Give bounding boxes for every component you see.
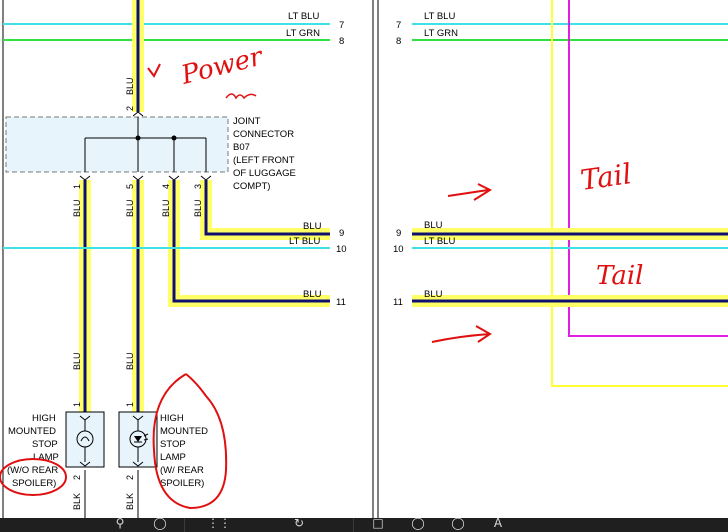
joint-label-3: (LEFT FRONT [233, 155, 295, 166]
arrow-lower [431, 325, 492, 343]
right-pin-11: 11 [393, 297, 403, 308]
lamp-right-desc-4: (W/ REAR [160, 465, 204, 476]
ground-label-left: BLK [72, 493, 82, 510]
branch-terminal-3 [200, 175, 212, 181]
page-icon[interactable]: □ [358, 518, 398, 532]
search-icon[interactable]: ⚲ [100, 518, 140, 532]
lamp-pin-bottom-right: 2 [125, 475, 135, 480]
right-label-9: BLU [424, 220, 443, 231]
branch-terminal-4 [168, 175, 180, 181]
wire-label-10: LT BLU [289, 236, 320, 247]
pin-8: 8 [339, 36, 344, 47]
wire-label-9: BLU [303, 221, 322, 232]
power-squiggle [225, 93, 257, 100]
bulb-icon [76, 430, 94, 448]
branch-terminal-5 [132, 175, 144, 181]
right-label-11: BLU [424, 289, 443, 300]
lamp-left-desc-5: SPOILER) [12, 478, 56, 489]
lamp-feed-label-right: BLU [125, 352, 135, 370]
zoom-in-icon[interactable]: ◯ [398, 518, 438, 532]
right-pin-7: 7 [396, 20, 401, 31]
branch-pin-3: 3 [193, 184, 203, 189]
wire-label-11: BLU [303, 289, 322, 300]
toolbar-separator [184, 518, 185, 532]
right-label-7: LT BLU [424, 11, 455, 22]
lamp-left-desc-1: MOUNTED [8, 426, 56, 437]
wire-label-7: LT BLU [288, 11, 319, 22]
tail-annotation-2: Tail [596, 261, 643, 291]
joint-label-2: B07 [233, 142, 250, 153]
branch-label-1: BLU [72, 199, 82, 217]
power-check-mark [147, 63, 161, 78]
wire-label-8: LT GRN [286, 28, 320, 39]
joint-dot-2 [171, 135, 177, 141]
right-pin-10: 10 [393, 244, 404, 255]
lamp-right-desc-0: HIGH [160, 413, 184, 424]
lamp-feed-label-left: BLU [72, 352, 82, 370]
zoom-out-icon[interactable]: ◯ [438, 518, 478, 532]
branch-terminal-1 [79, 175, 91, 181]
branch-label-5: BLU [125, 199, 135, 217]
pin-11: 11 [336, 297, 346, 308]
person-icon[interactable]: ◯ [140, 518, 180, 532]
pin-7: 7 [339, 20, 344, 31]
branch-label-3: BLU [193, 199, 203, 217]
lamp-pin-bottom-left: 2 [72, 475, 82, 480]
toolbar-separator-2 [353, 518, 354, 532]
arrow-upper [447, 183, 493, 201]
pin-10: 10 [336, 244, 347, 255]
lamp-pin-top-left: 1 [72, 402, 82, 407]
right-pin-8: 8 [396, 36, 401, 47]
branch-pin-5: 5 [125, 184, 135, 189]
pin-9: 9 [339, 228, 344, 239]
joint-connector-box [5, 116, 229, 173]
lamp-right-desc-1: MOUNTED [160, 426, 208, 437]
wiring-diagram: LT BLU LT GRN 7 8 BLU 2 JOINT CONNECTOR … [0, 0, 728, 518]
lamp-left-desc-0: HIGH [32, 413, 56, 424]
branch-pin-4: 4 [161, 184, 171, 189]
right-label-8: LT GRN [424, 28, 458, 39]
tail-annotation-1: Tail [578, 157, 633, 197]
lamp-right-desc-5: SPOILER) [160, 478, 204, 489]
branch-label-4: BLU [161, 199, 171, 217]
feed-wire-label: BLU [125, 77, 135, 95]
joint-label-1: CONNECTOR [233, 129, 294, 140]
joint-label-5: COMPT) [233, 181, 270, 192]
lamp-pin-top-right: 1 [125, 402, 135, 407]
power-annotation: Power [177, 41, 266, 91]
feed-terminal [132, 111, 144, 117]
feed-wire-pin: 2 [125, 106, 135, 111]
ground-label-right: BLK [125, 493, 135, 510]
rotate-icon[interactable]: ↻ [249, 518, 349, 532]
joint-label-0: JOINT [233, 116, 261, 127]
viewer-toolbar: ⚲ ◯ ⋮⋮ ↻ □ ◯ ◯ A [0, 518, 728, 532]
right-yellow-wire [551, 0, 728, 387]
lamp-left-desc-4: (W/O REAR [7, 465, 58, 476]
right-pin-9: 9 [396, 228, 401, 239]
joint-dot-1 [135, 135, 141, 141]
joint-label-4: OF LUGGAGE [233, 168, 296, 179]
grid-icon[interactable]: ⋮⋮ [189, 518, 249, 532]
right-label-10: LT BLU [424, 236, 455, 247]
text-icon[interactable]: A [478, 518, 518, 532]
lamp-right-desc-3: LAMP [160, 452, 186, 463]
branch-pin-1: 1 [72, 184, 82, 189]
lamp-left-desc-2: STOP [32, 439, 58, 450]
lamp-right-desc-2: STOP [160, 439, 186, 450]
